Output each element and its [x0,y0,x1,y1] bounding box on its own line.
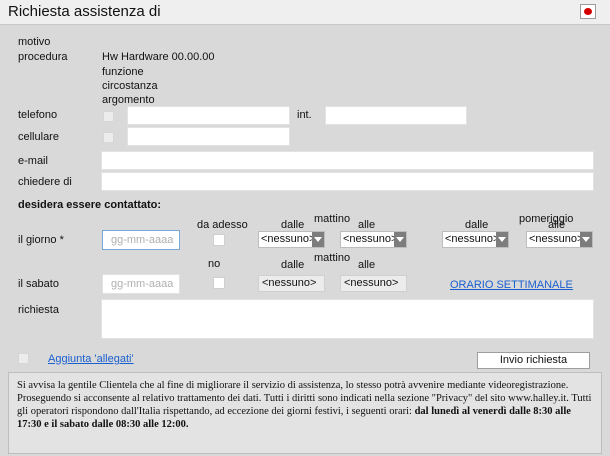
invio-richiesta-button[interactable]: Invio richiesta [477,352,590,369]
da-adesso-checkbox[interactable] [213,234,225,246]
dalle-pomeriggio-label: dalle [465,219,489,231]
sabato-alle-label: alle [358,259,376,271]
sabato-dalle-label: dalle [281,259,305,271]
richiesta-textarea[interactable] [101,299,594,339]
dalle-mattino-label: dalle [281,219,305,231]
email-label: e-mail [18,155,48,167]
sabato-no-checkbox[interactable] [213,277,225,289]
alle-pomeriggio-label: alle [548,219,566,231]
giorno-date-input[interactable]: gg-mm-aaaa [102,230,180,250]
privacy-notice: Si avvisa la gentile Clientela che al fi… [8,372,602,454]
chiedere-input[interactable] [101,172,594,191]
giorno-mattino-alle-select[interactable]: <nessuno> [340,231,407,248]
window-title: Richiesta assistenza di [8,3,161,20]
chevron-down-icon [394,232,406,247]
contattato-heading: desidera essere contattato: [18,199,162,211]
aggiunta-allegati-link[interactable]: Aggiunta 'allegati' [48,353,134,365]
procedura-label: procedura [18,51,68,63]
da-adesso-label: da adesso [197,219,248,231]
richiesta-label: richiesta [18,304,59,316]
pomeriggio-label: pomeriggio [519,213,574,225]
circostanza-label: circostanza [102,80,158,92]
argomento-label: argomento [102,94,155,106]
giorno-pomeriggio-alle-select[interactable]: <nessuno> [526,231,593,248]
cellulare-checkbox[interactable] [103,132,114,143]
chevron-down-icon [496,232,508,247]
chiedere-label: chiedere di [18,176,72,188]
allegati-checkbox[interactable] [18,353,29,364]
procedura-value: Hw Hardware 00.00.00 [102,51,215,63]
email-input[interactable] [101,151,594,170]
telefono-checkbox[interactable] [103,111,114,122]
cellulare-label: cellulare [18,131,59,143]
giorno-mattino-dalle-select[interactable]: <nessuno> [258,231,325,248]
close-icon[interactable] [580,4,596,19]
int-label: int. [297,109,312,121]
telefono-input[interactable] [127,106,290,125]
no-label: no [208,258,221,270]
mattino-label: mattino [314,213,351,225]
cellulare-input[interactable] [127,127,290,146]
interno-input[interactable] [325,106,467,125]
sabato-mattino-label: mattino [314,252,351,264]
chevron-down-icon [580,232,592,247]
giorno-pomeriggio-dalle-select[interactable]: <nessuno> [442,231,509,248]
sabato-dalle-select[interactable]: <nessuno> [258,275,325,292]
orario-settimanale-link[interactable]: ORARIO SETTIMANALE [450,279,573,291]
sabato-date-input[interactable]: gg-mm-aaaa [102,274,180,294]
funzione-label: funzione [102,66,144,78]
chevron-down-icon [312,232,324,247]
telefono-label: telefono [18,109,58,121]
sabato-label: il sabato [18,278,59,290]
alle-mattino-label: alle [358,219,376,231]
sabato-alle-select[interactable]: <nessuno> [340,275,407,292]
motivo-label: motivo [18,36,51,48]
giorno-label: il giorno * [18,234,64,246]
